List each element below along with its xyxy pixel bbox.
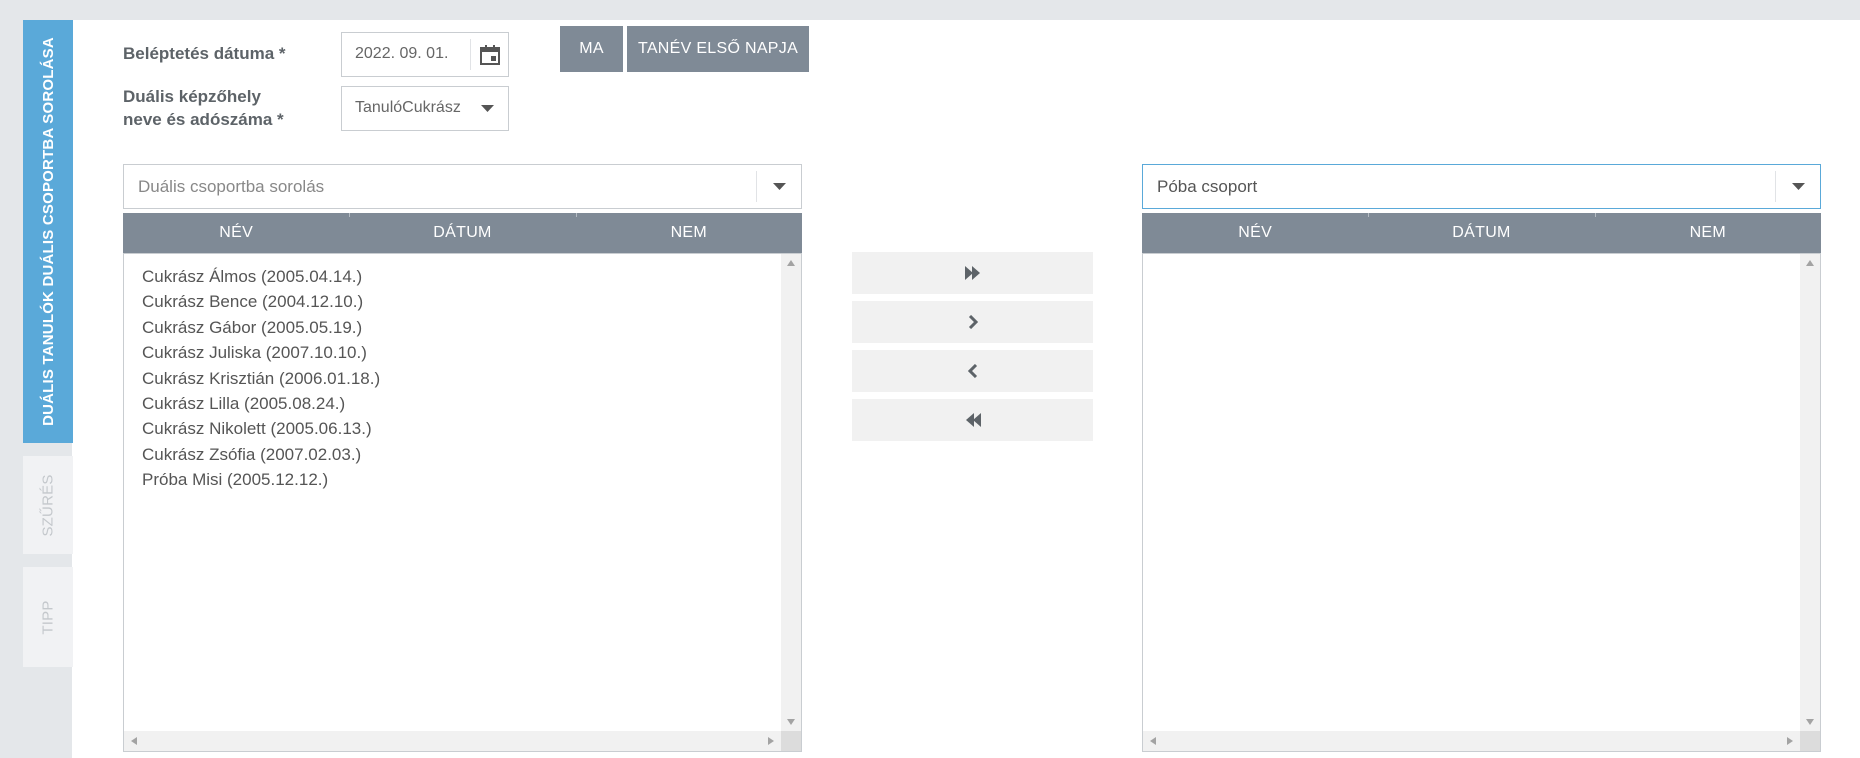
- calendar-icon[interactable]: [477, 43, 503, 67]
- scrollbar-corner: [1800, 731, 1820, 751]
- tab-tip-label: TIPP: [39, 599, 57, 635]
- tab-filter-label: SZŰRÉS: [39, 473, 57, 537]
- list-item[interactable]: Cukrász Zsófia (2007.02.03.): [142, 442, 380, 467]
- entry-date-value[interactable]: 2022. 09. 01.: [355, 45, 448, 63]
- target-group-value[interactable]: Póba csoport: [1157, 177, 1257, 197]
- source-group-select[interactable]: Duális csoportba sorolás: [123, 164, 802, 209]
- move-right-button[interactable]: [852, 301, 1093, 343]
- tab-filter[interactable]: SZŰRÉS: [23, 456, 73, 554]
- source-student-list[interactable]: Cukrász Álmos (2005.04.14.) Cukrász Benc…: [123, 253, 802, 752]
- training-place-label-line2: neve és adószáma *: [123, 110, 284, 129]
- scroll-right-icon[interactable]: [768, 737, 774, 745]
- tab-dual-group-assignment[interactable]: DUÁLIS TANULÓK DUÁLIS CSOPORTBA SOROLÁSA: [23, 20, 73, 443]
- move-all-left-button[interactable]: [852, 399, 1093, 441]
- scroll-left-icon[interactable]: [1150, 737, 1156, 745]
- training-place-label-line1: Duális képzőhely: [123, 87, 261, 106]
- column-header-gender[interactable]: NEM: [1594, 213, 1821, 253]
- chevron-left-icon: [967, 364, 977, 378]
- column-header-date[interactable]: DÁTUM: [349, 213, 575, 253]
- chevron-down-icon[interactable]: [1792, 183, 1805, 191]
- chevron-down-icon[interactable]: [481, 105, 494, 113]
- horizontal-scrollbar[interactable]: [124, 731, 781, 751]
- scroll-right-icon[interactable]: [1787, 737, 1793, 745]
- scroll-down-icon[interactable]: [1806, 719, 1814, 725]
- entry-date-label: Beléptetés dátuma *: [123, 44, 286, 63]
- list-item[interactable]: Próba Misi (2005.12.12.): [142, 467, 380, 492]
- today-button[interactable]: MA: [560, 26, 623, 72]
- scroll-down-icon[interactable]: [787, 719, 795, 725]
- vertical-scrollbar[interactable]: [781, 254, 801, 731]
- left-grid-header: NÉV DÁTUM NEM: [123, 213, 802, 253]
- column-header-gender[interactable]: NEM: [575, 213, 802, 253]
- list-item[interactable]: Cukrász Gábor (2005.05.19.): [142, 315, 380, 340]
- chevron-down-icon[interactable]: [773, 183, 786, 191]
- source-group-placeholder: Duális csoportba sorolás: [138, 177, 325, 196]
- scroll-up-icon[interactable]: [787, 260, 795, 266]
- divider: [756, 171, 757, 202]
- list-item[interactable]: Cukrász Krisztián (2006.01.18.): [142, 366, 380, 391]
- move-all-right-button[interactable]: [852, 252, 1093, 294]
- double-chevron-right-icon: [964, 266, 980, 280]
- column-header-name[interactable]: NÉV: [1142, 213, 1368, 253]
- list-item[interactable]: Cukrász Bence (2004.12.10.): [142, 289, 380, 314]
- entry-date-picker[interactable]: 2022. 09. 01.: [341, 32, 509, 77]
- double-chevron-left-icon: [965, 413, 981, 427]
- column-header-date[interactable]: DÁTUM: [1368, 213, 1594, 253]
- tab-dual-group-assignment-label: DUÁLIS TANULÓK DUÁLIS CSOPORTBA SOROLÁSA: [39, 37, 57, 426]
- move-left-button[interactable]: [852, 350, 1093, 392]
- vertical-scrollbar[interactable]: [1800, 254, 1820, 731]
- column-header-name[interactable]: NÉV: [123, 213, 349, 253]
- scroll-left-icon[interactable]: [131, 737, 137, 745]
- scroll-up-icon[interactable]: [1806, 260, 1814, 266]
- student-list: Cukrász Álmos (2005.04.14.) Cukrász Benc…: [142, 264, 380, 493]
- divider: [1775, 171, 1776, 202]
- target-student-list[interactable]: [1142, 253, 1821, 752]
- scrollbar-corner: [781, 731, 801, 751]
- list-item[interactable]: Cukrász Juliska (2007.10.10.): [142, 340, 380, 365]
- chevron-right-icon: [968, 315, 978, 329]
- school-year-first-day-button[interactable]: TANÉV ELSŐ NAPJA: [627, 26, 809, 72]
- list-item[interactable]: Cukrász Nikolett (2005.06.13.): [142, 416, 380, 441]
- tab-tip[interactable]: TIPP: [23, 567, 73, 667]
- training-place-value: TanulóCukrász: [355, 99, 461, 116]
- target-group-select[interactable]: Póba csoport: [1142, 164, 1821, 209]
- list-item[interactable]: Cukrász Lilla (2005.08.24.): [142, 391, 380, 416]
- horizontal-scrollbar[interactable]: [1143, 731, 1800, 751]
- list-item[interactable]: Cukrász Álmos (2005.04.14.): [142, 264, 380, 289]
- right-grid-header: NÉV DÁTUM NEM: [1142, 213, 1821, 253]
- divider: [470, 39, 471, 70]
- training-place-select[interactable]: TanulóCukrász: [341, 86, 509, 131]
